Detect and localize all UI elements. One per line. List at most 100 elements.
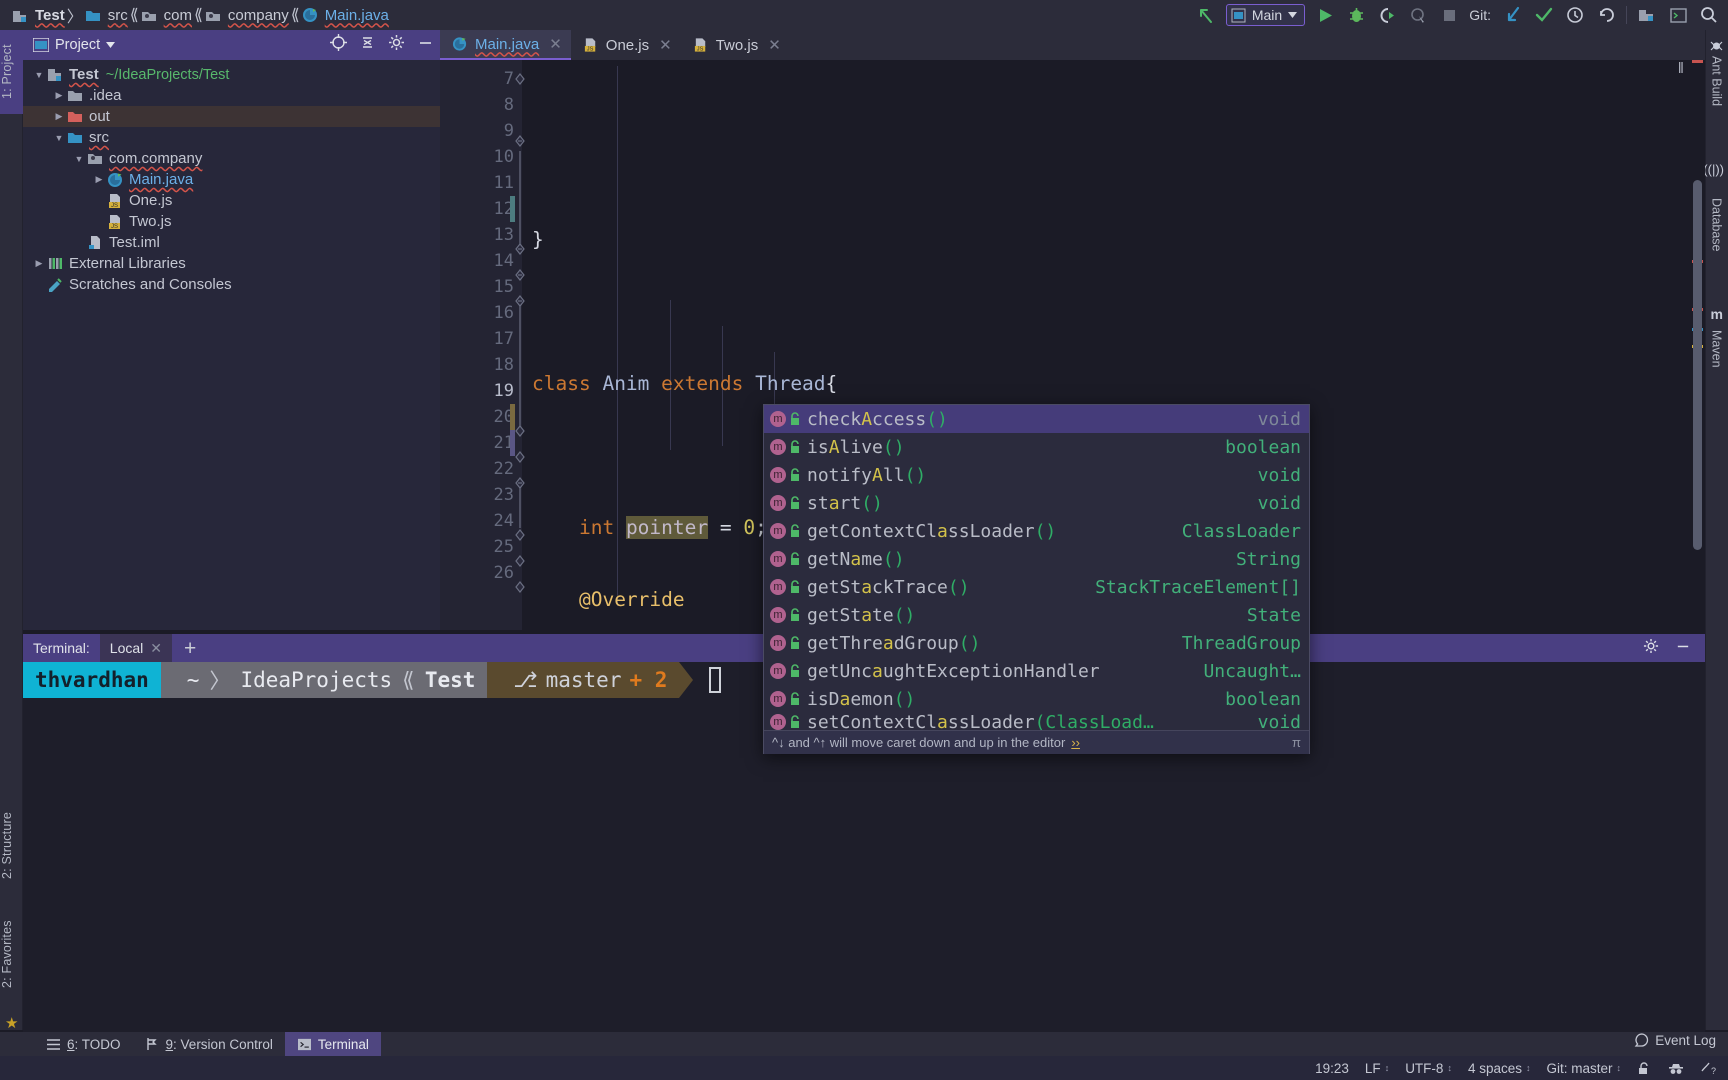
minimize-icon[interactable] (1675, 638, 1691, 659)
tree-row-external-libraries[interactable]: ▶ External Libraries (23, 253, 440, 274)
tree-row-main-java[interactable]: ▶ Main.java (23, 169, 440, 190)
close-icon[interactable]: ✕ (768, 36, 781, 54)
profiler-icon[interactable] (1407, 4, 1429, 26)
tree-row-two-js[interactable]: JS Two.js (23, 211, 440, 232)
editor-tab-two-js[interactable]: JS Two.js ✕ (681, 30, 790, 60)
breadcrumb-item-com[interactable]: com (139, 0, 194, 30)
folder-red-icon (67, 109, 84, 124)
expand-arrow-icon[interactable]: ▶ (31, 258, 47, 269)
completion-hint-text: ^↓ and ^↑ will move caret down and up in… (772, 735, 1066, 750)
git-update-icon[interactable] (1502, 4, 1524, 26)
close-icon[interactable]: ✕ (150, 640, 162, 657)
terminal-tab-local[interactable]: Local ✕ (99, 634, 172, 662)
tree-row-test-iml[interactable]: Test.iml (23, 232, 440, 253)
editor-gutter[interactable]: 7 8 9 10 11 12 13 14 15 16 17 18 19 20 2… (440, 60, 525, 630)
tool-button-todo[interactable]: 6: TODO (34, 1032, 133, 1056)
expand-arrow-icon[interactable]: ▶ (91, 174, 107, 185)
completion-item[interactable]: m getName() String (764, 545, 1309, 573)
tree-row-one-js[interactable]: JS One.js (23, 190, 440, 211)
completion-item[interactable]: m start() void (764, 489, 1309, 517)
completion-hint-more-link[interactable]: ›› (1071, 735, 1080, 750)
js-file-icon: JS (107, 214, 124, 230)
sidebar-item-favorites[interactable]: 2: Favorites (0, 900, 23, 1008)
breadcrumb-item-company[interactable]: company (203, 0, 291, 30)
expand-arrow-icon[interactable]: ▼ (51, 133, 67, 143)
run-with-coverage-icon[interactable] (1376, 4, 1398, 26)
chevron-down-icon[interactable] (106, 42, 116, 48)
expand-arrow-icon[interactable]: ▼ (71, 154, 87, 164)
project-structure-icon[interactable] (1636, 4, 1658, 26)
debug-icon[interactable] (1345, 4, 1367, 26)
completion-item[interactable]: m setContextClassLoader(ClassLoad… void (764, 713, 1309, 730)
expand-arrow-icon[interactable]: ▶ (51, 111, 67, 122)
git-commit-icon[interactable] (1533, 4, 1555, 26)
completion-item[interactable]: m notifyAll() void (764, 461, 1309, 489)
breadcrumb-label: com (163, 6, 192, 24)
sidebar-item-maven[interactable]: Maven (1705, 330, 1728, 400)
back-arrow-icon[interactable] (1195, 4, 1217, 26)
completion-item[interactable]: m getThreadGroup() ThreadGroup (764, 629, 1309, 657)
breadcrumb-separator: ⟪ (194, 7, 203, 24)
breadcrumb-item-test[interactable]: Test (10, 0, 67, 30)
status-indent[interactable]: 4 spaces ↕ (1468, 1061, 1531, 1076)
tree-row-scratches[interactable]: Scratches and Consoles (23, 274, 440, 295)
expand-arrow-icon[interactable]: ▶ (51, 90, 67, 101)
new-terminal-tab-button[interactable]: + (172, 638, 208, 659)
breadcrumb-item-src[interactable]: src (83, 0, 130, 30)
settings-gear-icon[interactable] (1643, 638, 1659, 659)
event-log-button[interactable]: Event Log (1634, 1033, 1716, 1048)
close-icon[interactable]: ✕ (549, 35, 562, 53)
git-rollback-icon[interactable] (1595, 4, 1617, 26)
tree-row-src[interactable]: ▼ src (23, 127, 440, 148)
split-editor-icon[interactable]: ‖ (1678, 60, 1684, 77)
completion-item[interactable]: m getContextClassLoader() ClassLoader (764, 517, 1309, 545)
status-encoding[interactable]: UTF-8 ↕ (1405, 1061, 1452, 1076)
java-class-icon (452, 37, 467, 51)
search-everywhere-icon[interactable] (1698, 4, 1720, 26)
tool-button-terminal[interactable]: Terminal (284, 1032, 381, 1056)
sidebar-item-structure[interactable]: 2: Structure (0, 790, 23, 900)
tree-row-idea[interactable]: ▶ .idea (23, 85, 440, 106)
line-number: 24 (493, 511, 514, 531)
sidebar-item-database[interactable]: Database (1705, 198, 1728, 294)
status-git-branch[interactable]: Git: master ↕ (1546, 1061, 1621, 1076)
completion-item[interactable]: m getState() State (764, 601, 1309, 629)
terminal-icon[interactable] (1667, 4, 1689, 26)
editor-tab-main-java[interactable]: Main.java ✕ (440, 30, 571, 60)
completion-type: void (1257, 713, 1301, 730)
editor-tab-one-js[interactable]: JS One.js ✕ (571, 30, 681, 60)
tree-label: External Libraries (69, 255, 186, 272)
sidebar-item-ant-build[interactable]: Ant Build (1705, 56, 1728, 146)
help-icon[interactable]: ? (1700, 1061, 1716, 1076)
code-completion-popup[interactable]: m checkAccess() void m isAlive() boolean… (763, 404, 1310, 754)
sidebar-item-project[interactable]: 1: Project (0, 30, 23, 114)
run-icon[interactable] (1314, 4, 1336, 26)
svg-text:JS: JS (587, 47, 594, 53)
locate-icon[interactable] (330, 34, 347, 56)
git-history-icon[interactable] (1564, 4, 1586, 26)
completion-item[interactable]: m checkAccess() void (764, 405, 1309, 433)
minimize-icon[interactable] (417, 34, 434, 56)
expand-arrow-icon[interactable]: ▼ (31, 70, 47, 80)
close-icon[interactable]: ✕ (659, 36, 672, 54)
breadcrumb-item-mainjava[interactable]: Main.java (300, 0, 391, 30)
collapse-all-icon[interactable] (359, 34, 376, 56)
tree-row-test[interactable]: ▼ Test ~/IdeaProjects/Test (23, 64, 440, 85)
tree-row-out[interactable]: ▶ out (23, 106, 440, 127)
tool-button-version-control[interactable]: 9: Version Control (133, 1032, 285, 1056)
settings-gear-icon[interactable] (388, 34, 405, 56)
completion-list[interactable]: m checkAccess() void m isAlive() boolean… (764, 405, 1309, 730)
editor-scrollbar[interactable] (1693, 180, 1702, 550)
lock-icon[interactable] (1637, 1061, 1652, 1076)
vcs-change-marker (510, 196, 515, 222)
completion-item[interactable]: m getStackTrace() StackTraceElement[] (764, 573, 1309, 601)
completion-item[interactable]: m getUncaughtExceptionHandler Uncaught… (764, 657, 1309, 685)
run-configuration-selector[interactable]: Main (1225, 4, 1306, 26)
line-number: 14 (493, 251, 514, 271)
tree-row-com-company[interactable]: ▼ com.company (23, 148, 440, 169)
incognito-icon[interactable] (1668, 1061, 1684, 1076)
line-number: 19 (493, 381, 514, 401)
completion-item[interactable]: m isDaemon() boolean (764, 685, 1309, 713)
status-line-separator[interactable]: LF ↕ (1365, 1061, 1389, 1076)
completion-item[interactable]: m isAlive() boolean (764, 433, 1309, 461)
